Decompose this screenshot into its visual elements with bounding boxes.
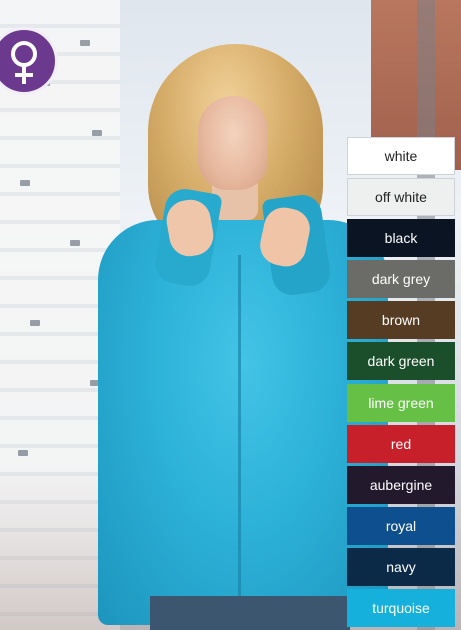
color-swatch-navy[interactable]: navy	[347, 547, 455, 586]
color-swatch-label: aubergine	[369, 476, 433, 493]
color-swatch-dark-green[interactable]: dark green	[347, 342, 455, 381]
color-swatch-label: red	[390, 435, 412, 452]
model-jeans	[150, 596, 350, 630]
color-swatch-label: off white	[375, 189, 427, 206]
color-swatch-label: white	[384, 148, 418, 164]
color-swatch-label: turquoise	[372, 600, 430, 617]
color-swatch-brown[interactable]: brown	[347, 301, 455, 340]
color-swatch-aubergine[interactable]: aubergine	[347, 465, 455, 504]
color-swatch-off-white[interactable]: off white	[347, 178, 455, 217]
color-swatch-royal[interactable]: royal	[347, 506, 455, 545]
color-swatch-turquoise[interactable]: turquoise	[347, 589, 455, 628]
color-swatch-label: lime green	[368, 394, 434, 411]
color-swatch-list: white off white black dark grey brown dark gr…	[347, 137, 455, 630]
product-image-panel: white off white black dark grey brown dark gr…	[0, 0, 461, 630]
color-swatch-label: dark green	[367, 353, 435, 370]
color-swatch-black[interactable]: black	[347, 219, 455, 258]
color-swatch-label: brown	[381, 312, 421, 329]
color-swatch-lime-green[interactable]: lime green	[347, 383, 455, 422]
color-swatch-label: royal	[385, 517, 417, 534]
female-symbol-icon	[11, 41, 37, 84]
color-swatch-white[interactable]: white	[347, 137, 455, 175]
color-swatch-label: dark grey	[371, 271, 431, 288]
model-face	[198, 96, 268, 190]
color-swatch-label: black	[384, 230, 418, 247]
jacket-zipper	[238, 255, 241, 615]
color-swatch-label: navy	[386, 558, 416, 575]
color-swatch-dark-grey[interactable]: dark grey	[347, 260, 455, 299]
fleece-jacket	[98, 220, 388, 625]
color-swatch-red[interactable]: red	[347, 424, 455, 463]
